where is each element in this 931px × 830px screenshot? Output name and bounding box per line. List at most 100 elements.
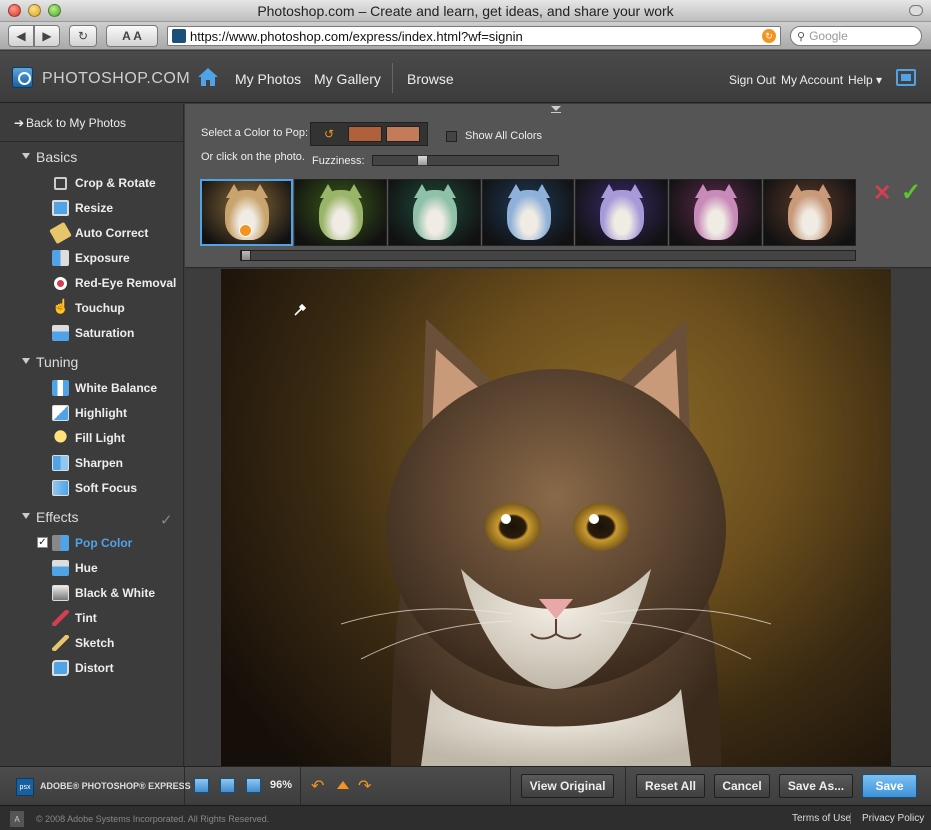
- home-icon[interactable]: [196, 65, 220, 89]
- section-basics[interactable]: Basics: [0, 147, 184, 169]
- save-as-button[interactable]: Save As...: [779, 774, 853, 798]
- tool-touchup[interactable]: ☝ Touchup: [0, 297, 184, 319]
- nav-my-gallery[interactable]: My Gallery: [314, 71, 381, 87]
- history-icon[interactable]: [337, 781, 349, 789]
- back-arrow-icon[interactable]: ➔: [14, 116, 24, 130]
- tool-red-eye-removal[interactable]: Red-Eye Removal: [0, 272, 184, 294]
- scrollbar-thumb[interactable]: [241, 250, 251, 261]
- zoom-out-icon[interactable]: [194, 778, 209, 793]
- preset-thumbnail[interactable]: [669, 179, 763, 246]
- my-account-link[interactable]: My Account: [781, 73, 843, 87]
- cat-photo[interactable]: [221, 269, 891, 766]
- divider: [184, 767, 185, 805]
- privacy-policy-link[interactable]: Privacy Policy: [862, 813, 924, 824]
- tool-label: Tint: [75, 611, 97, 625]
- section-tuning[interactable]: Tuning: [0, 352, 184, 374]
- preset-thumbnail[interactable]: [763, 179, 857, 246]
- nav-my-photos[interactable]: My Photos: [235, 71, 301, 87]
- cancel-effect-icon[interactable]: ✕: [873, 180, 891, 206]
- tool-resize[interactable]: Resize: [0, 197, 184, 219]
- forward-button[interactable]: ▶: [34, 25, 60, 47]
- fuzziness-slider-thumb[interactable]: [417, 155, 428, 166]
- divider: [510, 767, 511, 805]
- app-header: PHOTOSHOP.COM My Photos My Gallery Brows…: [0, 51, 931, 103]
- show-all-colors-label: Show All Colors: [465, 130, 543, 142]
- reset-all-button[interactable]: Reset All: [636, 774, 705, 798]
- text-size-button[interactable]: A A: [106, 25, 158, 47]
- tool-label: Auto Correct: [75, 226, 149, 240]
- pop-color-checkbox[interactable]: ✓: [37, 537, 48, 548]
- tool-sketch[interactable]: Sketch: [0, 632, 184, 654]
- section-title: Basics: [36, 149, 78, 165]
- toolbar-toggle-button[interactable]: [909, 5, 923, 16]
- preset-thumbnail[interactable]: [575, 179, 669, 246]
- fuzziness-slider[interactable]: [372, 155, 559, 166]
- tool-hue[interactable]: Hue: [0, 557, 184, 579]
- color-swatch[interactable]: [348, 126, 382, 142]
- collapse-triangle-icon: [22, 513, 30, 519]
- exposure-icon: [52, 250, 69, 266]
- fullscreen-icon[interactable]: [896, 69, 916, 86]
- show-all-colors-checkbox[interactable]: [446, 131, 457, 142]
- browser-toolbar: ◀ ▶ ↻ A A https://www.photoshop.com/expr…: [0, 22, 931, 50]
- apply-effect-icon[interactable]: ✓: [901, 178, 921, 207]
- tool-saturation[interactable]: Saturation: [0, 322, 184, 344]
- url-text[interactable]: https://www.photoshop.com/express/index.…: [190, 29, 762, 44]
- tool-black-white[interactable]: Black & White: [0, 582, 184, 604]
- back-arrow-icon: ◀: [16, 29, 26, 43]
- divider: [300, 767, 301, 805]
- tool-distort[interactable]: Distort: [0, 657, 184, 679]
- terms-of-use-link[interactable]: Terms of Use: [792, 813, 851, 824]
- save-button[interactable]: Save: [862, 774, 917, 798]
- tool-sharpen[interactable]: Sharpen: [0, 452, 184, 474]
- tool-fill-light[interactable]: Fill Light: [0, 427, 184, 449]
- select-color-label: Select a Color to Pop:: [201, 127, 309, 139]
- tool-soft-focus[interactable]: Soft Focus: [0, 477, 184, 499]
- tool-exposure[interactable]: Exposure: [0, 247, 184, 269]
- back-button[interactable]: ◀: [8, 25, 34, 47]
- collapse-panel-icon[interactable]: [551, 106, 561, 113]
- tool-white-balance[interactable]: White Balance: [0, 377, 184, 399]
- nav-browse[interactable]: Browse: [407, 71, 454, 87]
- undo-icon[interactable]: ↶: [311, 776, 324, 796]
- preset-thumbnail[interactable]: [481, 179, 575, 246]
- tool-label: Crop & Rotate: [75, 176, 156, 190]
- reload-button[interactable]: ↻: [69, 25, 97, 47]
- sign-out-link[interactable]: Sign Out: [729, 73, 776, 87]
- tool-highlight[interactable]: Highlight: [0, 402, 184, 424]
- preset-thumbnail[interactable]: [293, 179, 387, 246]
- section-title: Tuning: [36, 354, 79, 370]
- zoom-actual-size-icon[interactable]: [246, 778, 261, 793]
- view-original-button[interactable]: View Original: [521, 774, 614, 798]
- search-field[interactable]: ⚲ Google: [790, 26, 922, 46]
- photoshop-logo-icon[interactable]: [12, 67, 33, 88]
- bandage-icon: [49, 221, 72, 245]
- window-titlebar: Photoshop.com – Create and learn, get id…: [0, 0, 931, 22]
- brand-name[interactable]: PHOTOSHOP.COM: [42, 70, 190, 88]
- tool-auto-correct[interactable]: Auto Correct: [0, 221, 184, 245]
- color-swatch[interactable]: [386, 126, 420, 142]
- preset-thumbnail[interactable]: [200, 179, 293, 246]
- thumbnail-scrollbar[interactable]: [240, 250, 856, 261]
- zoom-fit-icon[interactable]: [220, 778, 235, 793]
- back-to-my-photos-link[interactable]: Back to My Photos: [26, 116, 126, 130]
- tool-tint[interactable]: Tint: [0, 607, 184, 629]
- resize-icon: [52, 200, 69, 216]
- section-effects[interactable]: Effects ✓: [0, 507, 184, 529]
- address-bar[interactable]: https://www.photoshop.com/express/index.…: [167, 26, 781, 46]
- redo-icon[interactable]: ↷: [358, 776, 371, 796]
- color-picker-icon: ↺: [323, 127, 335, 141]
- white-balance-icon: [52, 380, 69, 396]
- color-picker-button[interactable]: ↺: [314, 126, 344, 142]
- tool-crop-rotate[interactable]: Crop & Rotate: [0, 172, 184, 194]
- adobe-logo-icon[interactable]: A: [10, 811, 24, 827]
- help-menu[interactable]: Help ▾: [848, 73, 882, 87]
- distort-icon: [52, 660, 69, 676]
- cancel-button[interactable]: Cancel: [714, 774, 770, 798]
- thumbnail-cat-face: [788, 190, 833, 240]
- rss-icon[interactable]: ↻: [762, 29, 776, 43]
- tool-pop-color[interactable]: ✓ Pop Color: [0, 532, 184, 554]
- forward-arrow-icon: ▶: [42, 29, 52, 43]
- preset-thumbnail[interactable]: [387, 179, 481, 246]
- adobe-brand: ADOBE® PHOTOSHOP® EXPRESS: [40, 781, 191, 791]
